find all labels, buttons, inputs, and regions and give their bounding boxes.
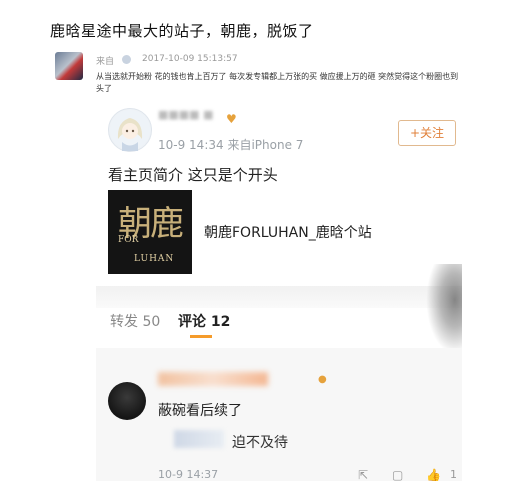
tab-bar: 转发 50 评论 12	[96, 308, 462, 344]
verified-icon	[122, 55, 131, 64]
comment-time: 10-9 14:37	[158, 468, 219, 481]
heart-badge-icon: ♥	[226, 112, 237, 126]
link-thumbnail: 朝鹿 FOR LUHAN	[108, 190, 192, 274]
embedded-screenshot: ■■■■ ■ ♥ 10-9 14:34 来自iPhone 7 +关注 看主页简介…	[96, 96, 462, 481]
tab-comment[interactable]: 评论 12	[178, 311, 230, 331]
commenter-name-blurred[interactable]	[158, 372, 268, 386]
poster-avatar[interactable]	[55, 52, 83, 80]
anime-avatar-icon	[110, 110, 150, 151]
poster-name[interactable]: 来自	[96, 54, 114, 67]
status-text: 看主页简介 这只是个开头	[108, 166, 278, 184]
tab-repost[interactable]: 转发 50	[110, 311, 160, 331]
thumb-for-text: FOR	[118, 235, 139, 245]
commenter-avatar[interactable]	[108, 382, 146, 420]
link-card[interactable]: 朝鹿 FOR LUHAN 朝鹿FORLUHAN_鹿晗个站	[108, 190, 454, 274]
user-name-blurred[interactable]: ■■■■ ■	[158, 108, 213, 121]
user-avatar[interactable]	[108, 108, 152, 152]
like-icon[interactable]: 👍	[426, 468, 441, 481]
active-tab-indicator	[190, 335, 212, 338]
reply-icon[interactable]: ▢	[392, 468, 403, 481]
link-title: 朝鹿FORLUHAN_鹿晗个站	[204, 225, 372, 241]
reply-name-blurred[interactable]	[174, 430, 224, 448]
reply-text: 迫不及待	[232, 435, 288, 451]
post-timestamp: 2017-10-09 15:13:57	[142, 54, 238, 64]
thumb-luhan-text: LUHAN	[134, 254, 175, 264]
post-body: 从当选就开始粉 花的钱也肯上百万了 每次发专辑都上万张的买 做应援上万的砸 突然…	[96, 72, 459, 93]
commenter-badge-icon: ●	[318, 374, 327, 385]
share-icon[interactable]: ⇱	[358, 468, 368, 481]
section-divider	[96, 286, 462, 308]
like-count: 1	[450, 468, 457, 481]
comments-section	[96, 348, 462, 481]
comment-text: 蔽碗看后续了	[158, 403, 242, 419]
post-headline: 鹿晗星途中最大的站子，朝鹿，脱饭了	[50, 22, 314, 40]
post-time-source: 10-9 14:34 来自iPhone 7	[158, 138, 304, 152]
follow-button[interactable]: +关注	[398, 120, 456, 146]
